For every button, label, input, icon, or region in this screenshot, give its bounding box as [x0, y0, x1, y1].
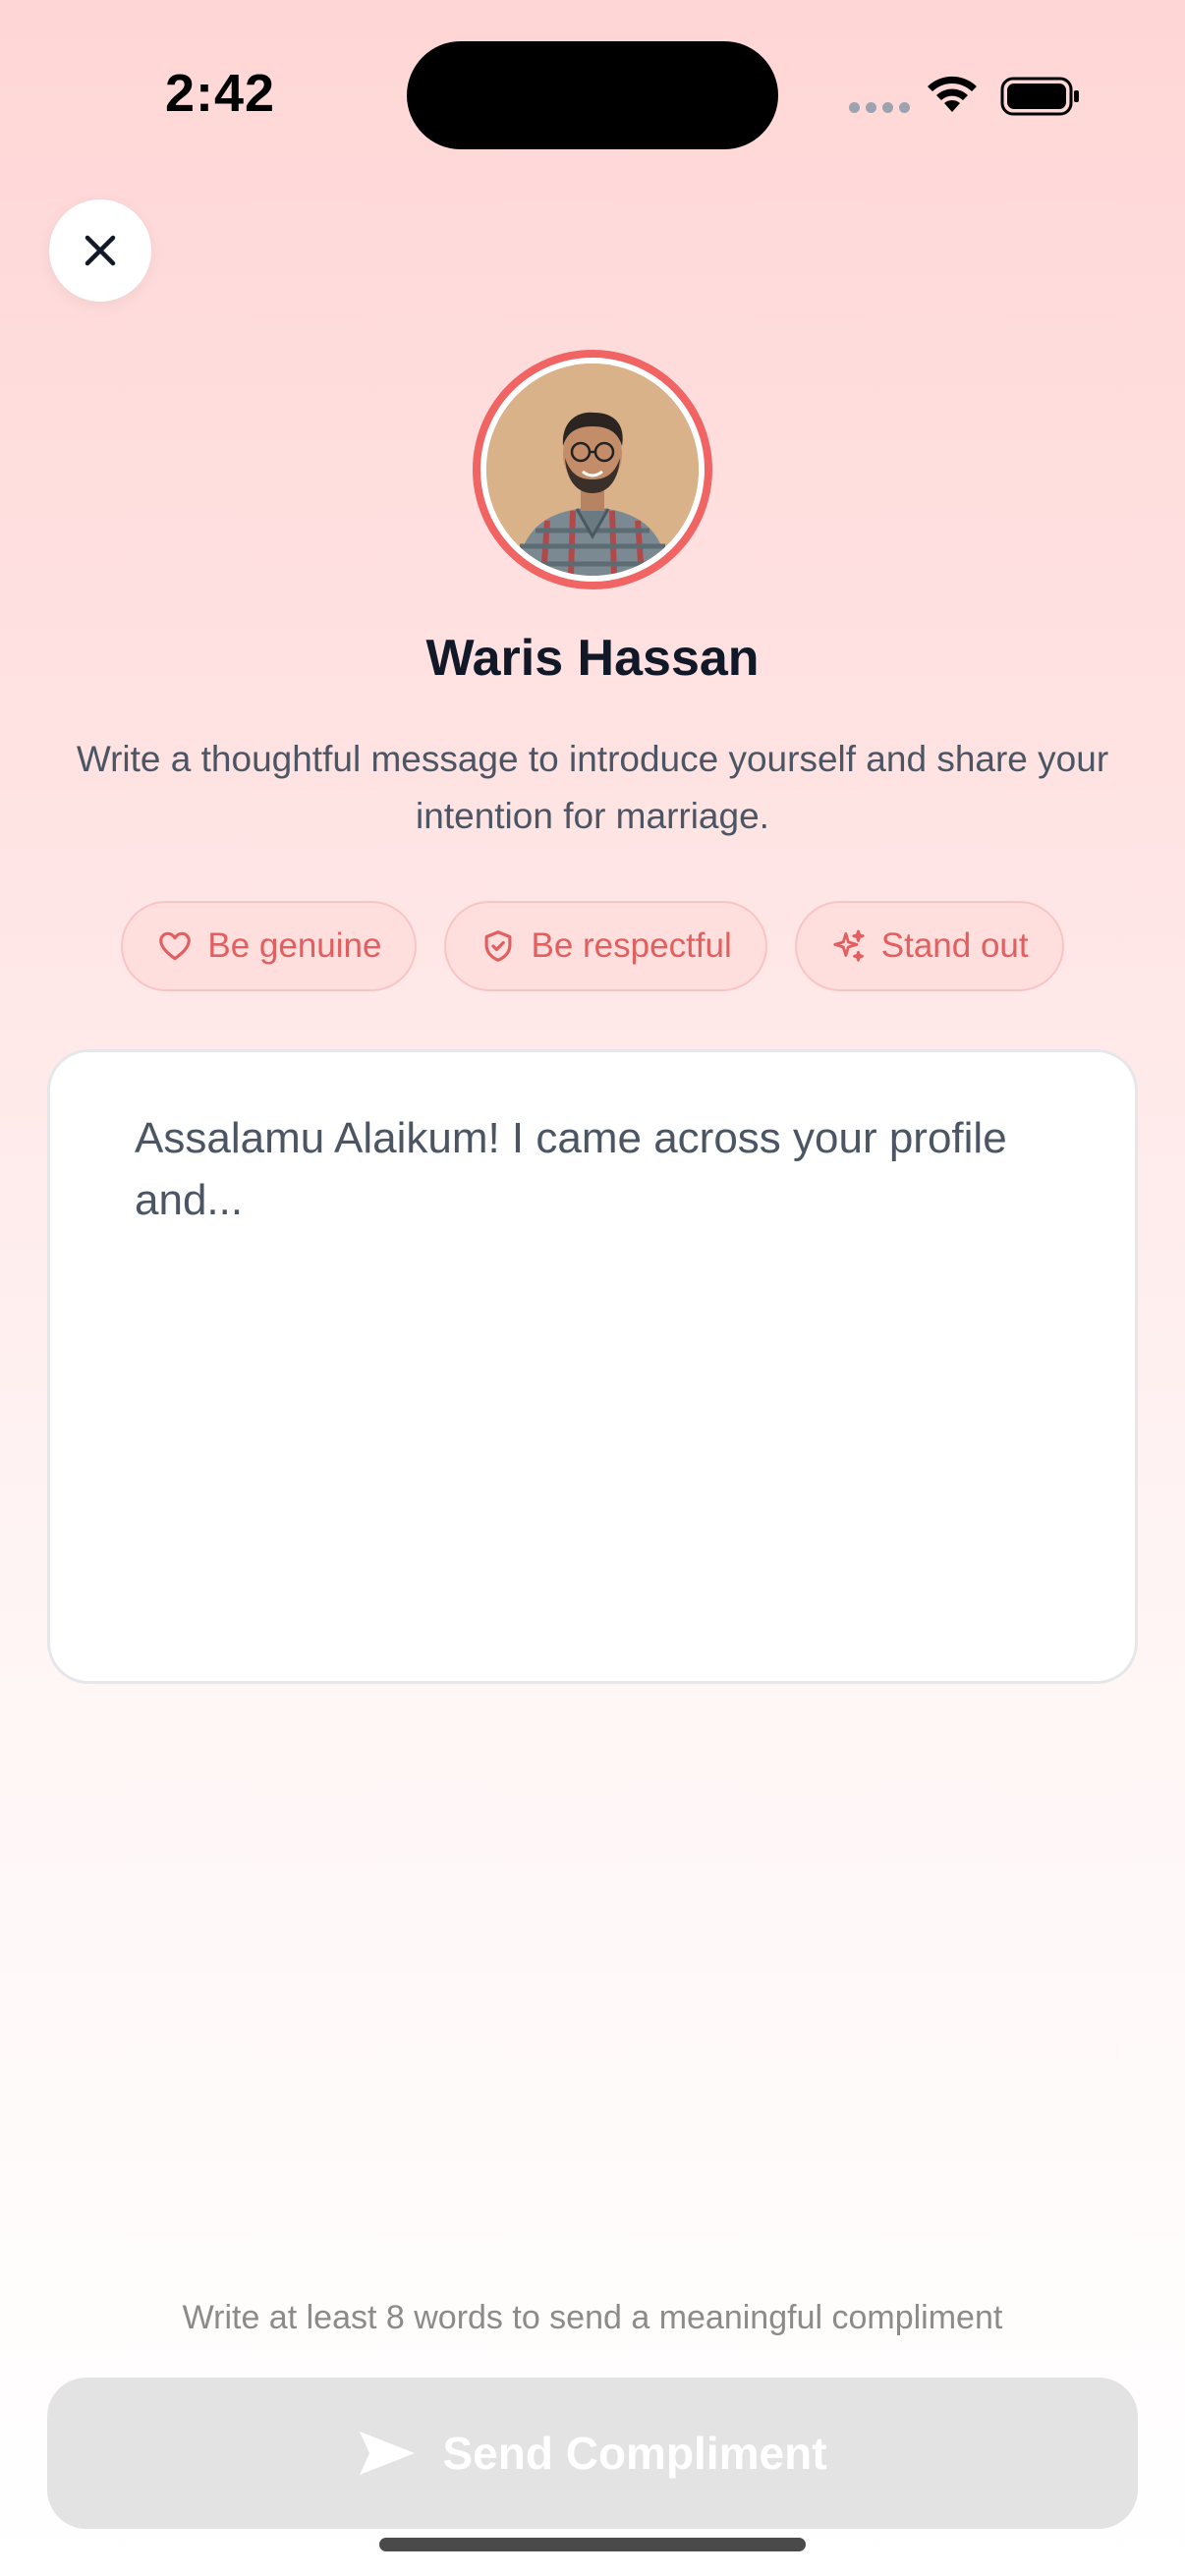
heart-icon — [159, 931, 192, 961]
chip-be-genuine[interactable]: Be genuine — [121, 901, 418, 991]
dynamic-island — [407, 41, 778, 149]
send-button-label: Send Compliment — [442, 2428, 827, 2479]
close-button[interactable] — [49, 199, 151, 302]
sparkles-icon — [833, 929, 865, 962]
wifi-icon — [928, 76, 977, 112]
chip-label: Stand out — [880, 926, 1029, 965]
chip-label: Be respectful — [531, 926, 732, 965]
avatar — [486, 364, 699, 576]
chip-stand-out[interactable]: Stand out — [794, 901, 1064, 991]
shield-check-icon — [485, 930, 512, 962]
tips-chips: Be genuine Be respectful Stand out — [0, 901, 1185, 991]
close-icon — [85, 235, 116, 266]
avatar-ring — [473, 350, 712, 589]
send-icon — [360, 2432, 416, 2475]
word-count-hint: Write at least 8 words to send a meaning… — [182, 2299, 1003, 2336]
send-compliment-button[interactable]: Send Compliment — [47, 2378, 1138, 2529]
status-time: 2:42 — [165, 64, 276, 123]
profile-photo — [486, 364, 699, 576]
chip-be-respectful[interactable]: Be respectful — [444, 901, 767, 991]
battery-icon — [1000, 77, 1079, 116]
intro-text: Write a thoughtful message to introduce … — [76, 739, 1109, 836]
home-indicator — [379, 2538, 806, 2551]
message-box — [47, 1049, 1138, 1684]
chip-label: Be genuine — [207, 926, 382, 965]
message-input[interactable] — [50, 1052, 1135, 1681]
profile-name: Waris Hassan — [425, 630, 760, 687]
cellular-signal-icon — [849, 102, 910, 113]
